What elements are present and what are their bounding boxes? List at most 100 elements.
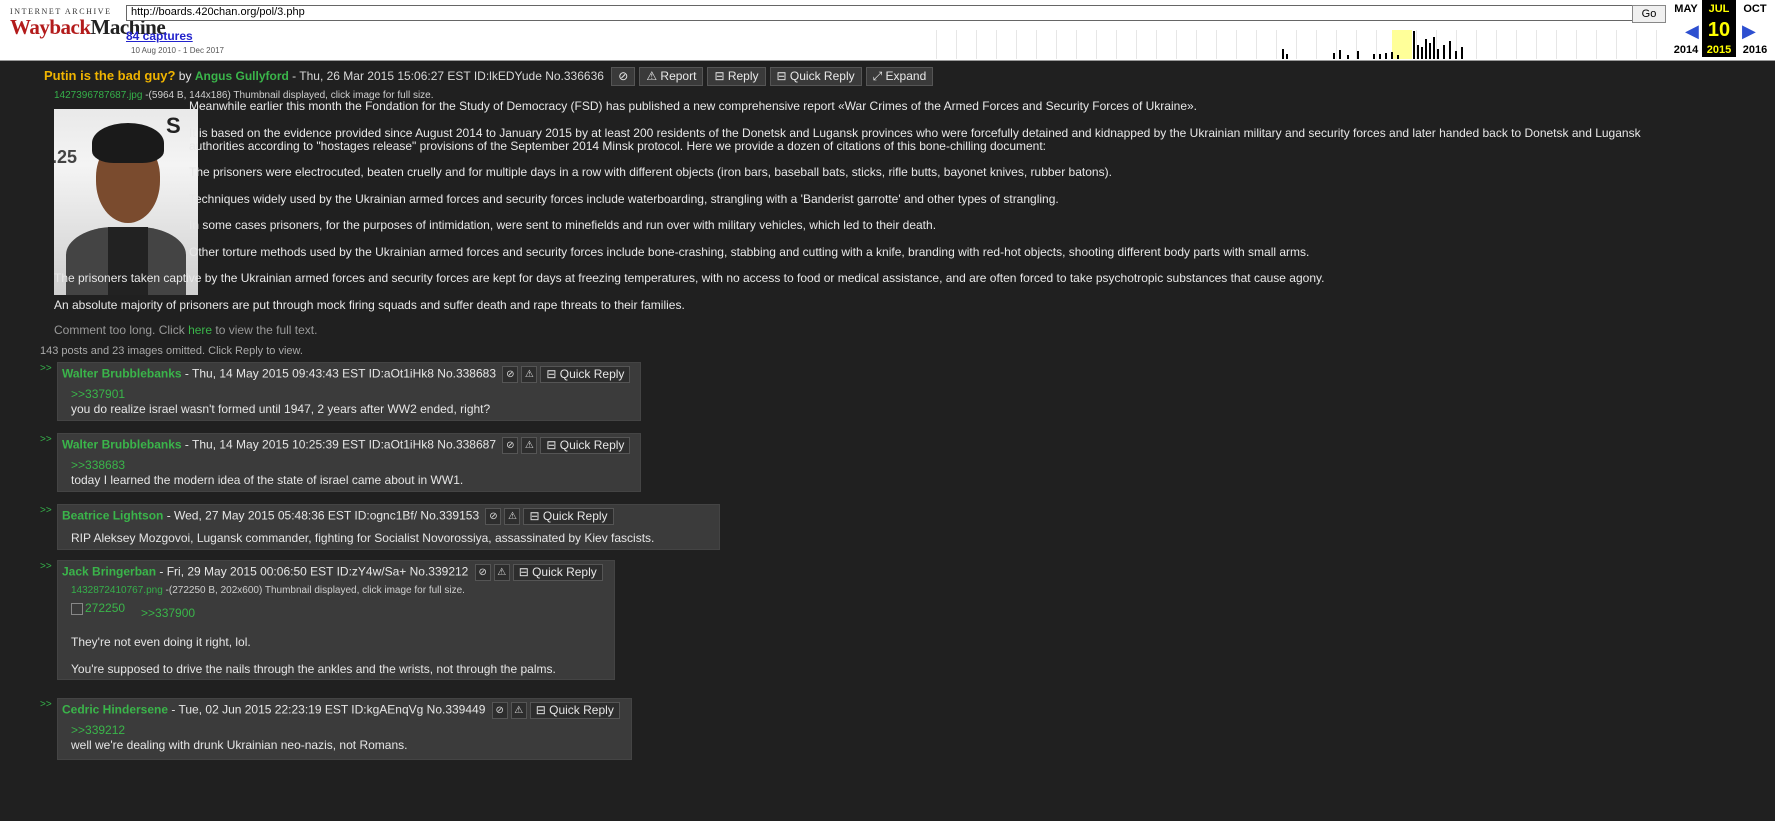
- cal-next-year: 2016: [1742, 44, 1768, 56]
- reply-text: They're not even doing it right, lol.: [71, 635, 251, 649]
- quote-link[interactable]: >>337901: [71, 387, 125, 402]
- wayback-toolbar: INTERNET ARCHIVE WaybackMachine http://b…: [0, 0, 1775, 61]
- hide-icon[interactable]: ⊘: [474, 564, 491, 581]
- reply-meta: - Thu, 14 May 2015 10:25:39 EST ID:aOt1i…: [181, 437, 496, 452]
- quick-reply-button[interactable]: ⊟ Quick Reply: [769, 67, 862, 86]
- reply-meta: - Thu, 14 May 2015 09:43:43 EST ID:aOt1i…: [181, 366, 496, 381]
- report-icon[interactable]: ⚠: [504, 508, 521, 525]
- reply-poster-name: Walter Brubblebanks: [62, 437, 182, 452]
- too-long-text-end: to view the full text.: [212, 323, 318, 337]
- cal-cur-year: 2015: [1706, 44, 1732, 56]
- backdrop-letter: S: [166, 113, 181, 138]
- spark-bar: [1397, 55, 1399, 59]
- calendar-current: JUL 10 2015: [1702, 0, 1736, 57]
- spark-bar: [1425, 39, 1427, 59]
- prev-capture-icon[interactable]: ◀: [1685, 21, 1699, 42]
- quote-link[interactable]: >>339212: [71, 723, 125, 738]
- hide-icon[interactable]: ⊘: [502, 437, 519, 454]
- reply-poster-name: Beatrice Lightson: [62, 508, 164, 523]
- op-header: Putin is the bad guy? by Angus Gullyford…: [44, 67, 934, 86]
- broken-image-icon: [71, 602, 83, 615]
- report-button[interactable]: ⚠ Report: [639, 67, 704, 86]
- spark-bar: [1286, 54, 1288, 59]
- quick-reply-button[interactable]: ⊟ Quick Reply: [512, 564, 603, 581]
- backdrop-digits: .25: [54, 147, 78, 167]
- quick-reply-icon: ⊟: [535, 703, 550, 717]
- spark-bar: [1429, 43, 1431, 59]
- spark-bar: [1461, 47, 1463, 59]
- quote-link[interactable]: >>337900: [141, 606, 195, 621]
- spark-bar: [1417, 45, 1419, 59]
- reply-file-link[interactable]: 1432872410767.png: [71, 585, 163, 596]
- quick-reply-button[interactable]: ⊟ Quick Reply: [540, 437, 631, 454]
- reply-post: Cedric Hindersene - Tue, 02 Jun 2015 22:…: [57, 698, 632, 760]
- reply-text: today I learned the modern idea of the s…: [71, 473, 464, 487]
- hide-icon[interactable]: ⊘: [491, 702, 508, 719]
- reply-thumbnail[interactable]: 272250: [71, 601, 125, 615]
- quick-reply-label: Quick Reply: [542, 509, 608, 523]
- op-paragraph: In some cases prisoners, for the purpose…: [189, 218, 937, 232]
- reply-poster-name: Jack Bringerban: [62, 564, 157, 579]
- quote-link[interactable]: >>338683: [71, 458, 125, 473]
- captures-link[interactable]: 84 captures: [126, 29, 193, 43]
- logo-wordmark: WaybackMachine: [10, 16, 166, 38]
- reply-poster-name: Walter Brubblebanks: [62, 366, 182, 381]
- quick-reply-label: Quick Reply: [559, 367, 625, 381]
- spark-bar: [1379, 54, 1381, 59]
- reply-header: Cedric Hindersene - Tue, 02 Jun 2015 22:…: [62, 702, 620, 719]
- report-icon[interactable]: ⚠: [510, 702, 527, 719]
- reply-meta: - Fri, 29 May 2015 00:06:50 EST ID:zY4w/…: [156, 564, 469, 579]
- reply-text: RIP Aleksey Mozgovoi, Lugansk commander,…: [71, 531, 655, 545]
- cal-next-day: [1738, 17, 1772, 43]
- reply-header: Walter Brubblebanks - Thu, 14 May 2015 0…: [62, 366, 631, 383]
- reply-post: Beatrice Lightson - Wed, 27 May 2015 05:…: [57, 504, 720, 550]
- op-paragraph: authorities according to "hostages relea…: [189, 139, 1046, 153]
- op-thumbnail[interactable]: S .25: [54, 109, 198, 295]
- spark-bar: [1357, 51, 1359, 59]
- cal-prev-year: 2014: [1673, 44, 1699, 56]
- hide-icon[interactable]: ⊘: [502, 366, 519, 383]
- captures-range: 10 Aug 2010 - 1 Dec 2017: [131, 46, 224, 55]
- op-paragraph: Other torture methods used by the Ukrain…: [189, 245, 1310, 259]
- capture-sparkline[interactable]: [917, 30, 1669, 59]
- op-poster-name: Angus Gullyford: [194, 69, 289, 83]
- calendar-next[interactable]: OCT 2016: [1738, 0, 1772, 57]
- cal-next-month: OCT: [1743, 3, 1767, 15]
- spark-bar: [1347, 55, 1349, 59]
- expand-icon: ⤢: [872, 69, 886, 83]
- report-icon[interactable]: ⚠: [493, 564, 510, 581]
- op-paragraph: The prisoners taken captive by the Ukrai…: [54, 271, 1325, 285]
- reply-file-info: 1432872410767.png -(272250 B, 202x600) T…: [71, 585, 465, 596]
- expand-button[interactable]: ⤢ Expand: [865, 67, 934, 86]
- quick-reply-label: Quick Reply: [549, 703, 614, 717]
- op-file-link[interactable]: 1427396787687.jpg: [54, 90, 142, 101]
- reply-arrow: >>: [40, 363, 52, 374]
- reply-meta: - Tue, 02 Jun 2015 22:23:19 EST ID:kgAEn…: [168, 702, 486, 717]
- hide-icon[interactable]: ⊘: [611, 67, 636, 86]
- spark-bar: [1333, 53, 1335, 59]
- quick-reply-button[interactable]: ⊟ Quick Reply: [540, 366, 631, 383]
- quick-reply-button[interactable]: ⊟ Quick Reply: [523, 508, 614, 525]
- quick-reply-button[interactable]: ⊟ Quick Reply: [529, 702, 620, 719]
- reply-post: Walter Brubblebanks - Thu, 14 May 2015 0…: [57, 362, 641, 421]
- url-input[interactable]: http://boards.420chan.org/pol/3.php: [126, 5, 1636, 21]
- spark-bar: [1391, 52, 1393, 59]
- reply-file-details: -(272250 B, 202x600) Thumbnail displayed…: [162, 585, 465, 596]
- report-icon[interactable]: ⚠: [521, 437, 538, 454]
- reply-button[interactable]: ⊟ Reply: [707, 67, 766, 86]
- wayback-logo[interactable]: INTERNET ARCHIVE WaybackMachine: [10, 7, 166, 51]
- reply-icon: ⊟: [714, 69, 728, 83]
- spark-bar: [1373, 54, 1375, 59]
- op-paragraph: Meanwhile earlier this month the Fondati…: [189, 99, 1197, 113]
- spark-bar: [1449, 41, 1451, 59]
- op-by: by: [178, 69, 192, 83]
- go-button[interactable]: Go: [1632, 5, 1666, 23]
- spark-bar: [1421, 47, 1423, 59]
- reply-arrow: >>: [40, 699, 52, 710]
- quick-reply-label: Quick Reply: [789, 69, 855, 83]
- spark-bar: [1385, 53, 1387, 59]
- report-icon[interactable]: ⚠: [521, 366, 538, 383]
- comment-too-long: Comment too long. Click here to view the…: [54, 323, 317, 337]
- hide-icon[interactable]: ⊘: [485, 508, 502, 525]
- full-text-link[interactable]: here: [188, 323, 212, 337]
